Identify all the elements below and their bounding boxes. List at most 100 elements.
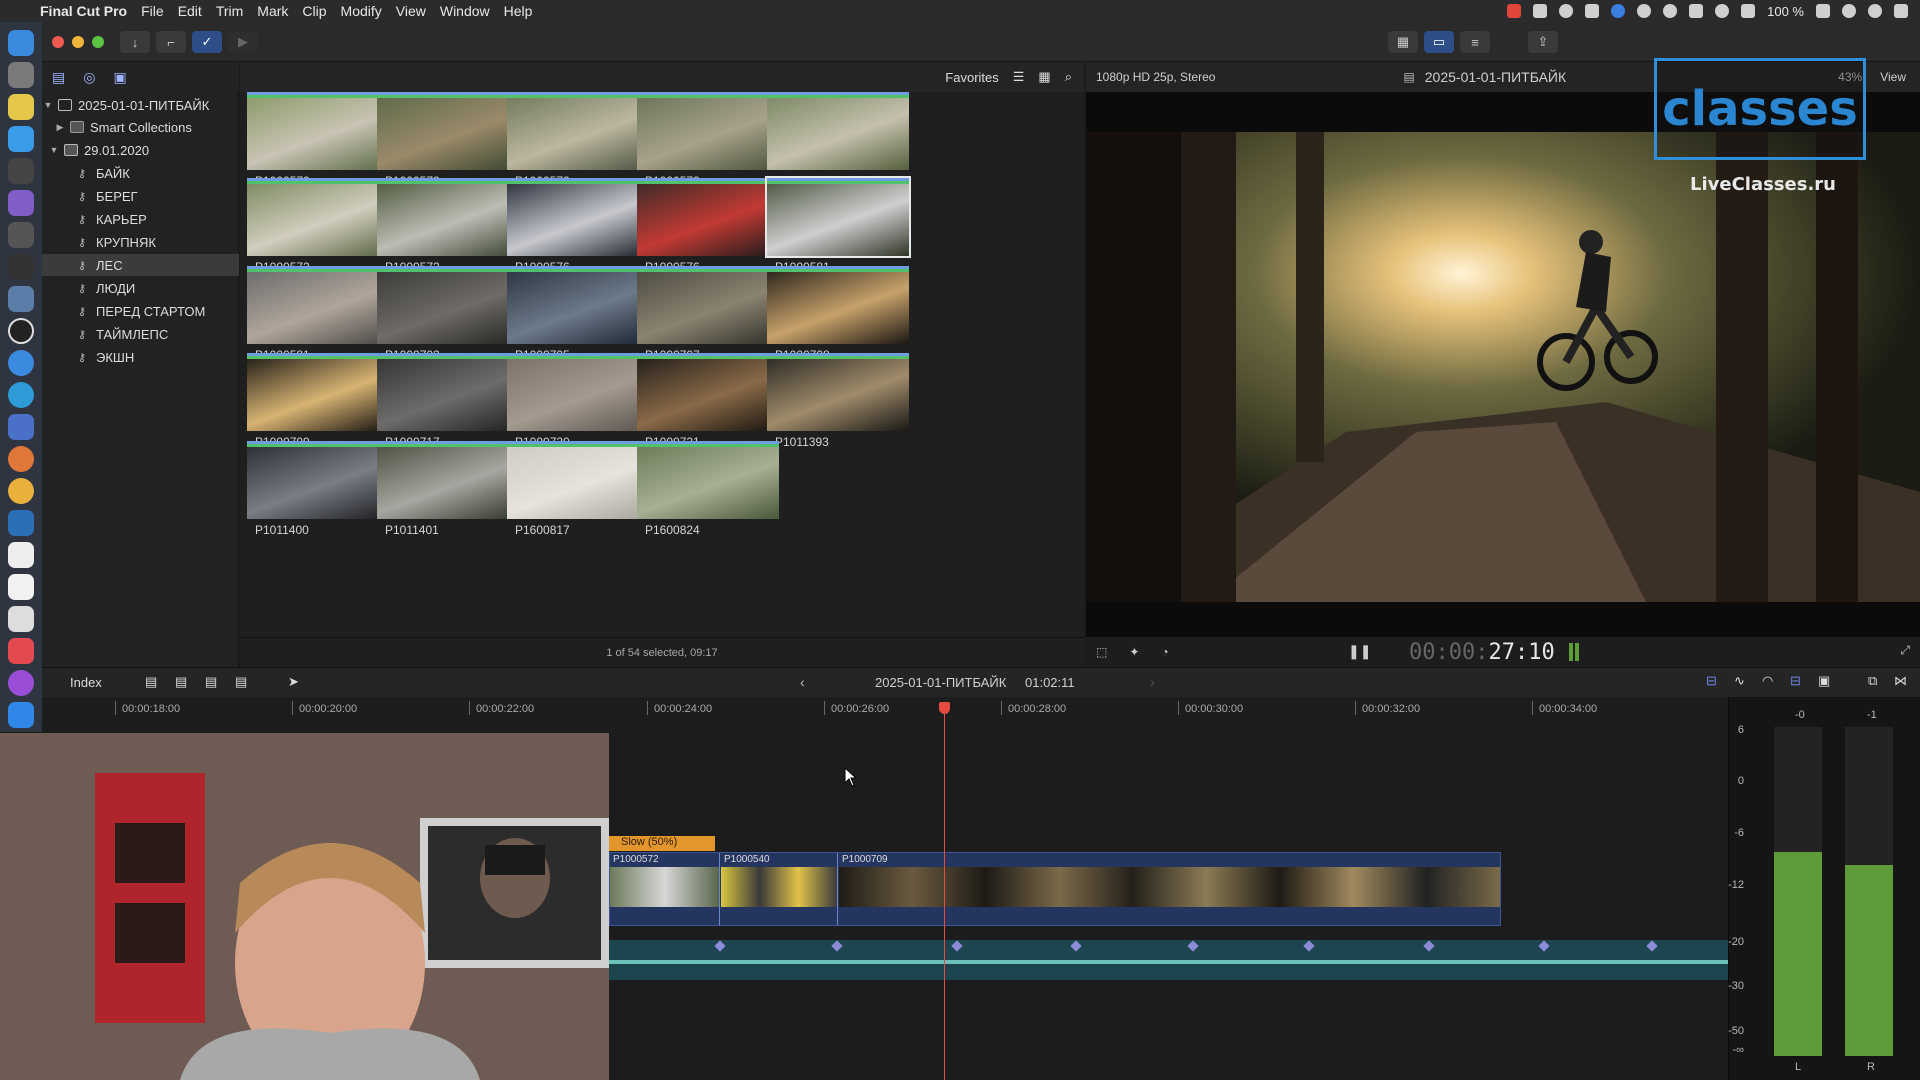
browser-clip[interactable]: P1000572 — [247, 178, 389, 278]
import-icon[interactable]: ↓ — [120, 31, 150, 53]
audio-waveform[interactable] — [609, 940, 1728, 980]
search-icon[interactable]: ⌕ — [1065, 69, 1072, 85]
battery-icon[interactable] — [1816, 4, 1830, 18]
timeline-index-button[interactable]: Index — [70, 675, 102, 690]
timeline-ruler[interactable]: 00:00:18:00 00:00:20:00 00:00:22:00 00:0… — [42, 697, 1728, 719]
chrome-icon[interactable] — [8, 478, 34, 504]
browser-clip[interactable]: P1000572 — [247, 92, 389, 192]
filter-popup[interactable]: Favorites — [945, 70, 998, 85]
menu-view[interactable]: View — [396, 3, 426, 19]
app-menu[interactable]: Final Cut Pro — [40, 3, 127, 19]
document-icon[interactable] — [8, 542, 34, 568]
search-icon[interactable] — [1842, 4, 1856, 18]
browser-clip[interactable]: P1000572 — [377, 92, 519, 192]
browser-clip[interactable]: P1011400 — [247, 441, 389, 541]
browser-clip[interactable]: P1000708 — [767, 266, 909, 366]
menu-help[interactable]: Help — [504, 3, 533, 19]
launchpad-icon[interactable] — [8, 62, 34, 88]
info-icon[interactable] — [1559, 4, 1574, 18]
preview-icon[interactable] — [8, 286, 34, 312]
telegram-icon[interactable] — [8, 382, 34, 408]
overwrite-clip-icon[interactable]: ▤ — [235, 674, 247, 690]
photos-icon[interactable] — [8, 446, 34, 472]
timeline-clip[interactable]: P1000709 — [839, 853, 1500, 925]
show-timeline-icon[interactable]: ▭ — [1424, 31, 1454, 53]
clip-appearance-timeline-icon[interactable]: ▣ — [1818, 673, 1830, 689]
clapper-icon[interactable] — [8, 254, 34, 280]
snapping-icon[interactable]: ⊟ — [1790, 673, 1801, 689]
browser-clip[interactable]: P1000721 — [637, 353, 779, 453]
browser-clip[interactable]: P1000576 — [507, 178, 649, 278]
flag-icon[interactable] — [1689, 4, 1704, 18]
shield-icon[interactable] — [1637, 4, 1652, 18]
library-row[interactable]: ▼ 2025-01-01-ПИТБАЙК — [42, 94, 239, 116]
keyword-collection-row[interactable]: ⚷ КРУПНЯК — [42, 231, 239, 253]
browser-clip[interactable]: P1000572 — [507, 92, 649, 192]
keyword-collection-row[interactable]: ⚷ БЕРЕГ — [42, 185, 239, 207]
clip-appearance-icon[interactable]: ▦ — [1038, 69, 1050, 85]
podcasts-icon[interactable] — [8, 670, 34, 696]
volume-icon[interactable] — [1741, 4, 1756, 18]
retime-popup-icon[interactable]: ◔ — [1161, 645, 1168, 659]
browser-clip[interactable]: P1011393 — [767, 353, 909, 453]
three-icon[interactable] — [8, 510, 34, 536]
transform-popup-icon[interactable]: ⬚ — [1096, 645, 1107, 659]
timeline-clip[interactable]: P1000572 — [610, 853, 720, 925]
browser-clip[interactable]: P1000717 — [377, 353, 519, 453]
notes-icon[interactable] — [8, 94, 34, 120]
libraries-tab-icon[interactable]: ▤ — [52, 69, 65, 86]
browser-clip[interactable]: P1000581 — [765, 176, 911, 278]
disclosure-open-icon[interactable]: ▼ — [42, 100, 54, 110]
insert-clip-icon[interactable]: ▤ — [175, 674, 187, 690]
browser-clip[interactable]: P1000720 — [507, 353, 649, 453]
audio-skimming-icon[interactable]: ∿ — [1734, 673, 1745, 689]
browser-clip[interactable]: P1000572 — [637, 92, 779, 192]
minimize-icon[interactable] — [72, 36, 84, 48]
browser-clip[interactable]: P1000572 — [767, 92, 909, 192]
keyword-collection-row[interactable]: ⚷ ТАЙМЛЕПС — [42, 323, 239, 345]
menu-edit[interactable]: Edit — [178, 3, 202, 19]
siri-icon[interactable] — [1868, 4, 1882, 18]
browser-clip[interactable]: P1600817 — [507, 441, 649, 541]
clipboard-icon[interactable] — [1585, 4, 1600, 18]
append-clip-icon[interactable]: ▤ — [205, 674, 217, 690]
script-icon[interactable] — [8, 606, 34, 632]
control-center-icon[interactable] — [1894, 4, 1908, 18]
browser-clip[interactable]: P1000702 — [377, 266, 519, 366]
fullscreen-icon[interactable]: ⤢ — [1900, 643, 1910, 658]
circle-app-icon[interactable] — [1611, 4, 1626, 18]
browser-clip[interactable]: P1600824 — [637, 441, 779, 541]
camera-icon[interactable] — [8, 318, 34, 344]
solo-icon[interactable]: ◠ — [1762, 673, 1773, 689]
skimming-icon[interactable]: ⊟ — [1706, 673, 1717, 689]
forward-arrow-icon[interactable]: › — [1150, 674, 1155, 690]
keyword-collection-row[interactable]: ⚷ ЛЮДИ — [42, 277, 239, 299]
share-icon[interactable]: ⇪ — [1528, 31, 1558, 53]
browser-clip[interactable]: P1000707 — [637, 266, 779, 366]
event-row[interactable]: ▼ 29.01.2020 — [42, 139, 239, 161]
back-arrow-icon[interactable]: ‹ — [800, 674, 805, 690]
final-cut-icon[interactable] — [8, 158, 34, 184]
keyword-collection-row[interactable]: ⚷ БАЙК — [42, 162, 239, 184]
live-icon[interactable] — [1507, 4, 1522, 18]
connect-clip-icon[interactable]: ▤ — [145, 674, 157, 690]
photos-audio-tab-icon[interactable]: ◎ — [83, 69, 95, 86]
menu-mark[interactable]: Mark — [257, 3, 288, 19]
keyword-collection-row[interactable]: ⚷ ПЕРЕД СТАРТОМ — [42, 300, 239, 322]
browser-clip[interactable]: P1000705 — [507, 266, 649, 366]
show-browser-icon[interactable]: ▦ — [1388, 31, 1418, 53]
menu-clip[interactable]: Clip — [302, 3, 326, 19]
keyword-collection-row[interactable]: ⚷ ЭКШН — [42, 346, 239, 368]
display-icon[interactable] — [1533, 4, 1548, 18]
keyword-collection-row-selected[interactable]: ⚷ ЛЕС — [42, 254, 239, 276]
titles-generators-tab-icon[interactable]: ▣ — [113, 69, 126, 86]
transitions-icon[interactable]: ⋈ — [1894, 673, 1907, 689]
effects-browser-icon[interactable]: ⧉ — [1868, 673, 1877, 689]
compressor-icon[interactable] — [8, 222, 34, 248]
menu-modify[interactable]: Modify — [341, 3, 382, 19]
view-popup[interactable]: View — [1880, 70, 1906, 84]
menu-window[interactable]: Window — [440, 3, 490, 19]
primary-storyline[interactable]: P1000572 P1000540 P1000709 — [609, 852, 1501, 926]
menu-file[interactable]: File — [141, 3, 164, 19]
play-disabled-icon[interactable]: ▶ — [228, 31, 258, 53]
